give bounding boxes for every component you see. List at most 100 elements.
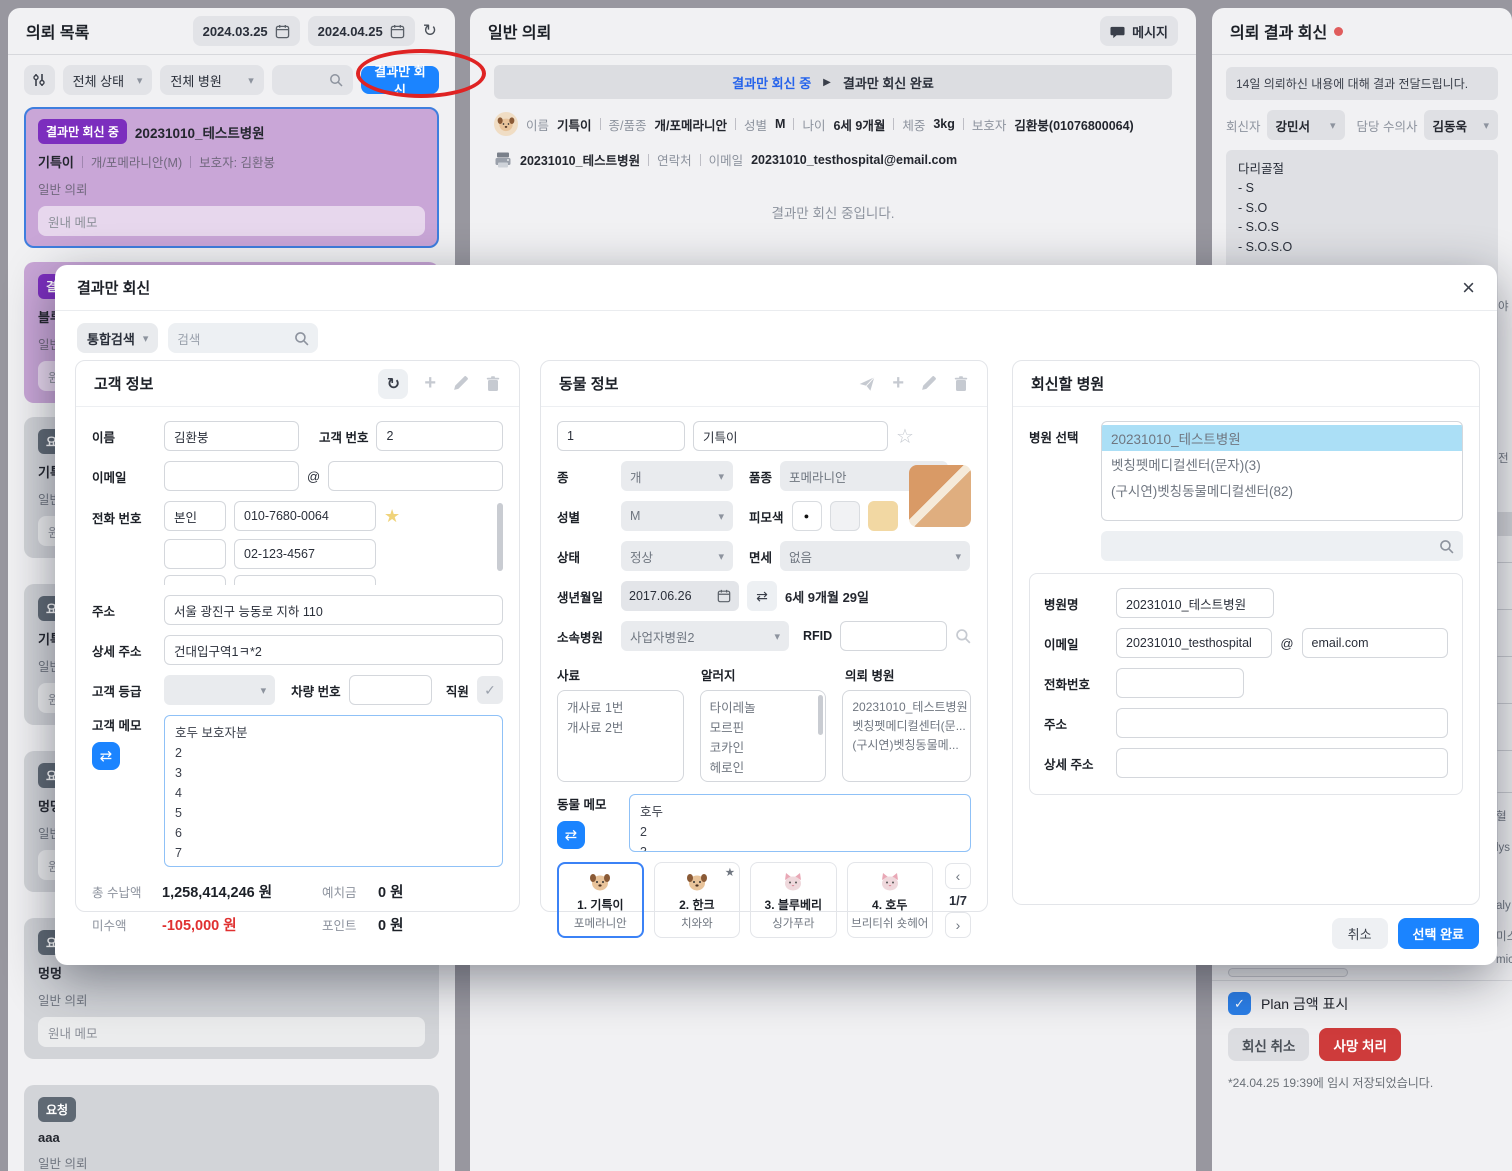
pet-info-row: 이름 기특이 종/품종 개/포메라니안 성별 M 나이 6세 9개월 체중 3k… bbox=[470, 105, 1196, 143]
add-icon[interactable]: + bbox=[424, 372, 436, 395]
hospital-option[interactable]: 벳칭펫메디컬센터(문자)(3) bbox=[1102, 451, 1462, 477]
animal-id-input[interactable]: 1 bbox=[557, 421, 685, 451]
phone-type-input[interactable] bbox=[164, 575, 226, 585]
customer-address-input[interactable]: 서울 광진구 능동로 지하 110 bbox=[164, 595, 503, 625]
pet-card-selected[interactable]: 1. 기특이 포메라니안 bbox=[557, 862, 644, 938]
message-button[interactable]: 메시지 bbox=[1100, 16, 1178, 46]
refresh-icon[interactable]: ↻ bbox=[378, 368, 409, 399]
animal-name-input[interactable]: 기특이 bbox=[693, 421, 888, 451]
home-hospital-select[interactable]: 사업자병원2 ▾ bbox=[621, 621, 789, 651]
request-card[interactable]: 요청 aaa 일반 의뢰 원내 메모 bbox=[24, 1085, 439, 1171]
phone-number-input[interactable]: 02-123-4567 bbox=[234, 539, 376, 569]
species-select[interactable]: 개 ▾ bbox=[621, 461, 733, 491]
pet-photo[interactable] bbox=[909, 465, 971, 527]
pet-card[interactable]: 4. 호두 브리티쉬 숏헤어 bbox=[846, 862, 933, 938]
animal-status-select[interactable]: 정상 ▾ bbox=[621, 541, 733, 571]
search-scope-select[interactable]: 통합검색 ▾ bbox=[77, 323, 159, 353]
animal-memo-input[interactable]: 호두 2 3 bbox=[629, 794, 971, 852]
date-from-input[interactable]: 2024.03.25 bbox=[192, 16, 300, 46]
swap-icon[interactable]: ⇄ bbox=[747, 581, 777, 611]
vertical-scrollbar[interactable] bbox=[818, 695, 824, 735]
phone-number-input[interactable]: 010-7680-0064 bbox=[234, 501, 376, 531]
customer-grade-select[interactable]: ▾ bbox=[164, 675, 276, 705]
hospital-email-local-input[interactable]: 20231010_testhospital bbox=[1116, 628, 1273, 658]
tax-exempt-select[interactable]: 없음 ▾ bbox=[780, 541, 971, 571]
swap-icon[interactable]: ⇄ bbox=[557, 821, 585, 849]
star-outline-icon[interactable]: ☆ bbox=[896, 424, 914, 449]
tax-exempt-value: 없음 bbox=[789, 550, 813, 565]
hospital-email-domain-input[interactable]: email.com bbox=[1301, 628, 1448, 658]
star-icon[interactable]: ★ bbox=[384, 506, 400, 527]
internal-memo-input[interactable]: 원내 메모 bbox=[38, 206, 425, 236]
coat-swatch-selected[interactable]: ● bbox=[791, 501, 822, 531]
pet-card[interactable]: 3. 블루베리 싱가푸라 bbox=[750, 862, 837, 938]
request-hospital-listbox[interactable]: 20231010_테스트병원 벳칭펫메디컬센터(문... (구시연)벳칭동물메.… bbox=[842, 690, 971, 782]
date-to-input[interactable]: 2024.04.25 bbox=[307, 16, 415, 46]
vertical-scrollbar[interactable] bbox=[497, 503, 503, 571]
phone-type-input[interactable] bbox=[164, 539, 226, 569]
cancel-reply-button[interactable]: 회신 취소 bbox=[1228, 1028, 1310, 1061]
plan-amount-checkbox[interactable]: ✓ bbox=[1228, 992, 1251, 1015]
feed-listbox[interactable]: 개사료 1번 개사료 2번 bbox=[557, 690, 684, 782]
birth-date-input[interactable]: 2017.06.26 bbox=[621, 581, 739, 611]
sex-select[interactable]: M ▾ bbox=[621, 501, 733, 531]
staff-checkbox[interactable]: ✓ bbox=[476, 676, 503, 704]
prev-page-button[interactable]: ‹ bbox=[944, 862, 971, 889]
close-icon[interactable]: × bbox=[1462, 275, 1475, 301]
refresh-icon[interactable]: ↻ bbox=[423, 21, 437, 41]
tax-exempt-label: 면세 bbox=[749, 550, 773, 565]
modal-search-input[interactable]: 검색 bbox=[168, 323, 319, 353]
trash-icon[interactable] bbox=[953, 375, 969, 392]
divider bbox=[470, 54, 1196, 55]
reply-only-open-button[interactable]: 결과만 회신 bbox=[361, 64, 439, 98]
request-hospital-item: 20231010_테스트병원 bbox=[852, 700, 968, 714]
search-input[interactable] bbox=[271, 65, 354, 95]
internal-memo-input[interactable]: 원내 메모 bbox=[38, 1017, 425, 1047]
card-pet-name: aaa bbox=[38, 1130, 60, 1145]
edit-pencil-icon[interactable] bbox=[452, 375, 469, 392]
horizontal-scrollbar[interactable] bbox=[1228, 968, 1348, 977]
hospital-name-input[interactable]: 20231010_테스트병원 bbox=[1116, 588, 1274, 618]
car-number-input[interactable] bbox=[348, 675, 432, 705]
customer-address2-input[interactable]: 건대입구역1ㅋ*2 bbox=[164, 635, 503, 665]
vet-select[interactable]: 김동욱 ▾ bbox=[1423, 110, 1498, 140]
hospital-filter-select[interactable]: 전체 병원 ▾ bbox=[160, 65, 264, 95]
coat-swatch-white[interactable] bbox=[829, 501, 860, 531]
hospital-option-selected[interactable]: 20231010_테스트병원 bbox=[1102, 425, 1462, 451]
customer-email-domain-input[interactable] bbox=[328, 461, 503, 491]
customer-email-local-input[interactable] bbox=[164, 461, 299, 491]
phone-number-input[interactable] bbox=[234, 575, 376, 585]
allergy-listbox[interactable]: 타이레놀 모르핀 코카인 헤로인 bbox=[699, 690, 827, 782]
death-process-button[interactable]: 사망 처리 bbox=[1319, 1028, 1401, 1061]
customer-memo-input[interactable]: 호두 보호자분 2 3 4 5 6 7 8 bbox=[164, 715, 503, 867]
hospital-phone-input[interactable] bbox=[1116, 668, 1244, 698]
hospital-option[interactable]: (구시연)벳칭동물메디컬센터(82) bbox=[1102, 477, 1462, 503]
coat-swatch-tan[interactable] bbox=[867, 501, 898, 531]
hospital-search-input[interactable] bbox=[1101, 531, 1463, 561]
swap-icon[interactable]: ⇄ bbox=[92, 742, 120, 770]
modal-title: 결과만 회신 bbox=[77, 280, 151, 297]
add-icon[interactable]: + bbox=[892, 372, 904, 395]
status-filter-value: 전체 상태 bbox=[72, 73, 125, 89]
cancel-button[interactable]: 취소 bbox=[1331, 918, 1388, 949]
request-card[interactable]: 결과만 회신 중 20231010_테스트병원 기특이 개/포메라니안(M) 보… bbox=[24, 107, 439, 248]
confirm-selection-button[interactable]: 선택 완료 bbox=[1397, 918, 1479, 949]
next-page-button[interactable]: › bbox=[944, 911, 971, 938]
phone-type-input[interactable]: 본인 bbox=[164, 501, 226, 531]
hospital-address-input[interactable] bbox=[1116, 708, 1448, 738]
filter-sliders-icon[interactable] bbox=[24, 65, 55, 95]
customer-info-title: 고객 정보 bbox=[94, 376, 154, 393]
send-icon[interactable] bbox=[858, 375, 876, 393]
edit-pencil-icon[interactable] bbox=[920, 375, 937, 392]
customer-name-input[interactable]: 김환붕 bbox=[164, 421, 299, 451]
status-filter-select[interactable]: 전체 상태 ▾ bbox=[62, 65, 153, 95]
pet-card[interactable]: ★ 2. 한크 치와와 bbox=[653, 862, 741, 938]
trash-icon[interactable] bbox=[485, 375, 501, 392]
replier-select[interactable]: 강민서 ▾ bbox=[1266, 110, 1345, 140]
rfid-input[interactable] bbox=[840, 621, 947, 651]
pet-sex-label: 성별 bbox=[744, 118, 768, 133]
customer-number-input[interactable]: 2 bbox=[376, 421, 503, 451]
search-icon[interactable] bbox=[955, 628, 971, 644]
hospital-address2-input[interactable] bbox=[1116, 748, 1448, 778]
reply-intro-input[interactable]: 14일 의뢰하신 내용에 대해 결과 전달드립니다. bbox=[1226, 67, 1498, 100]
